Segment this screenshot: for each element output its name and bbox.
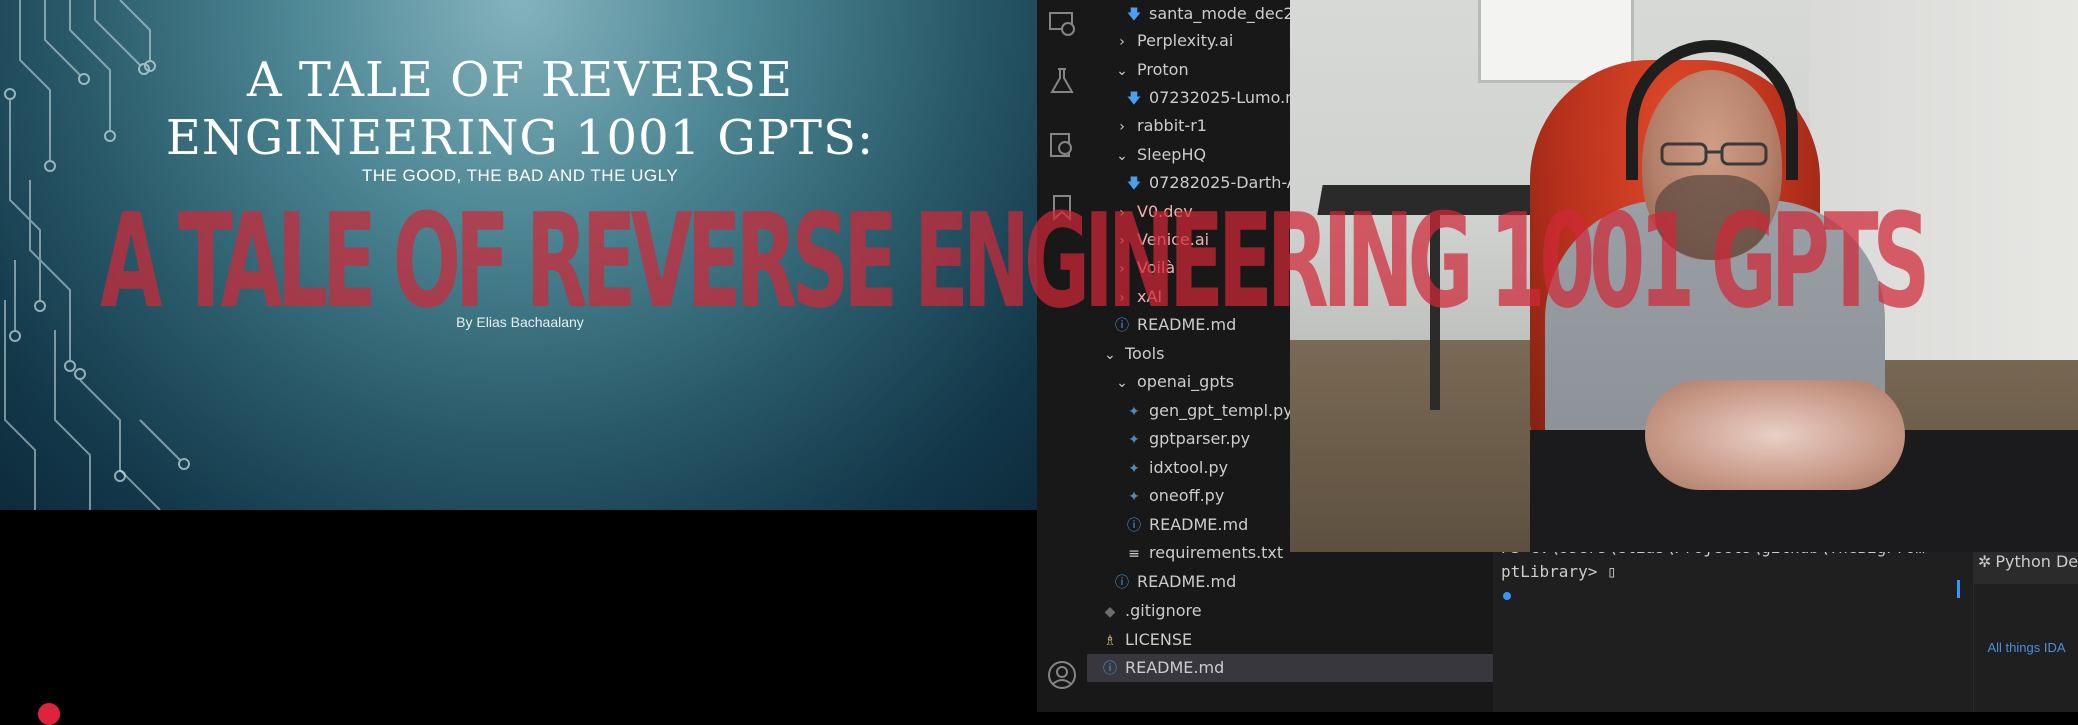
terminal-prompt-line2: ptLibrary> ▯ [1501, 562, 1617, 581]
tree-row-label: rabbit-r1 [1137, 116, 1207, 135]
tree-row-label: LICENSE [1125, 630, 1193, 649]
tree-row-label: .gitignore [1125, 601, 1202, 620]
remote-explorer-icon[interactable] [1047, 8, 1077, 38]
info-icon: ⓘ [1127, 518, 1141, 534]
license-icon: ♗ [1103, 633, 1117, 649]
tree-row[interactable]: ♗ LICENSE [1087, 626, 1507, 654]
tree-row-label: README.md [1137, 572, 1237, 591]
info-icon: ⓘ [1103, 661, 1117, 677]
diamond-icon: ◆ [1104, 604, 1116, 620]
tree-row-label: idxtool.py [1149, 458, 1229, 477]
python-icon: ✦ [1128, 432, 1140, 448]
slide-black-area [0, 510, 1037, 712]
testing-flask-icon[interactable] [1047, 66, 1077, 96]
tree-row-label: requirements.txt [1149, 543, 1284, 562]
tree-row-label: santa_mode_dec20 [1149, 4, 1304, 23]
chevron-down-icon: ⌄ [1116, 148, 1128, 164]
tree-row-label: Proton [1137, 60, 1189, 79]
slide-title-line1: A TALE OF REVERSE [246, 52, 793, 108]
chevron-down-icon: ⌄ [1116, 375, 1128, 391]
info-icon: ⓘ [1115, 575, 1129, 591]
webcam-person-hands [1645, 380, 1905, 490]
tree-row-label: README.md [1125, 658, 1225, 677]
activity-bar [1037, 0, 1088, 712]
terminal-status-dot [1503, 592, 1511, 600]
record-indicator-icon [38, 703, 60, 725]
tree-row-label: README.md [1149, 515, 1249, 534]
python-icon: ✦ [1128, 461, 1140, 477]
chevron-right-icon: › [1119, 34, 1125, 50]
tree-row-label: oneoff.py [1149, 486, 1225, 505]
terminal-cursor: ▯ [1606, 562, 1617, 581]
account-icon[interactable] [1047, 660, 1077, 690]
python-icon: ✦ [1128, 404, 1140, 420]
extensions-gear-icon[interactable] [1047, 130, 1077, 160]
terminal-scrollbar[interactable] [1957, 580, 1960, 598]
lines-icon: ≡ [1128, 546, 1140, 562]
python-icon: ✦ [1128, 489, 1140, 505]
python-debug-label: Python Deb... [1995, 552, 2078, 571]
chevron-right-icon: › [1119, 119, 1125, 135]
tree-row-label: SleepHQ [1137, 145, 1207, 164]
glasses-icon [1660, 142, 1768, 166]
tree-row-label: Tools [1125, 344, 1165, 363]
tree-row-label: gptparser.py [1149, 429, 1251, 448]
overlay-red-title: A TALE OF REVERSE ENGINEERING 1001 GPTS [100, 185, 1930, 337]
tree-row-label: openai_gpts [1137, 372, 1235, 391]
debug-side-panel: ✲Python Deb... All things IDA [1973, 540, 2078, 712]
slide-title-line2: ENGINEERING 1001 GPTS: [165, 110, 875, 166]
chevron-down-icon: ⌄ [1116, 63, 1128, 79]
download-icon: 🡇 [1126, 91, 1142, 107]
footer-text: All things IDA [1987, 640, 2066, 655]
tree-row[interactable]: ⓘ README.md [1087, 654, 1507, 682]
tree-row[interactable]: ◆ .gitignore [1087, 597, 1507, 625]
tree-row-label: gen_gpt_templ.py [1149, 401, 1293, 420]
tree-row-label: 07232025-Lumo.md [1149, 88, 1311, 107]
terminal-panel[interactable]: PS C:\Users\elias\Projects\github\TheBig… [1493, 538, 1973, 712]
download-icon: 🡇 [1126, 7, 1142, 23]
terminal-prompt: ptLibrary> [1501, 562, 1607, 581]
tree-row-label: Perplexity.ai [1137, 31, 1234, 50]
tree-row[interactable]: ⓘ README.md [1087, 568, 1519, 596]
